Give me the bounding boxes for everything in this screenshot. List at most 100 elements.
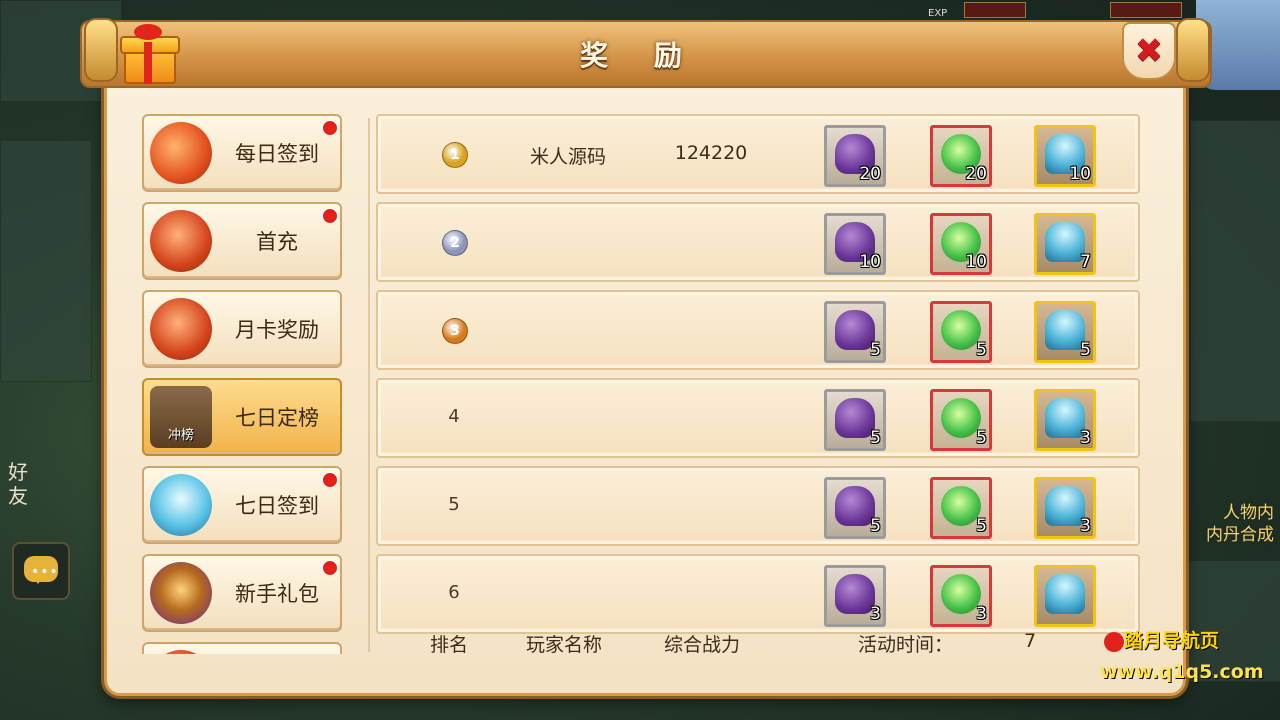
reward-item[interactable]: 20 — [930, 125, 992, 187]
sidebar-item[interactable]: 月卡奖励 — [142, 290, 342, 368]
pill-fusion-label[interactable]: 内丹合成 — [1206, 520, 1274, 545]
reward-item[interactable]: 10 — [1034, 125, 1096, 187]
ranking-row[interactable]: 5 5 5 3 — [376, 466, 1140, 546]
blue-pouch-icon — [1045, 310, 1085, 350]
purple-pouch-icon — [835, 486, 875, 526]
ranking-footer: 排名 玩家名称 综合战力 活动时间： 7 — [376, 630, 1136, 660]
ranking-row[interactable]: 4 5 5 3 — [376, 378, 1140, 458]
gift-box-icon — [120, 24, 180, 84]
sidebar-item-label: 七日签到 — [235, 494, 319, 518]
title-bar-cap-right — [1176, 18, 1210, 82]
ranking-row[interactable]: 2 10 10 7 — [376, 202, 1140, 282]
sidebar-item[interactable]: 每日签到 — [142, 114, 342, 192]
reward-item[interactable]: 3 — [1034, 477, 1096, 539]
sidebar-item-label: 月卡奖励 — [235, 318, 319, 342]
notification-dot — [322, 560, 338, 576]
hp-bar — [964, 2, 1026, 18]
reward-count: 7 — [1080, 252, 1091, 272]
watermark-url: www.q1q5.com — [1100, 661, 1264, 683]
rank-number: 3 — [450, 323, 460, 339]
player-name: 米人源码 — [529, 146, 606, 168]
reward-item[interactable]: 5 — [824, 477, 886, 539]
reward-count: 5 — [870, 340, 881, 360]
sidebar-item-label: 首充 — [256, 230, 298, 254]
blue-pouch-icon — [150, 474, 212, 536]
reward-item[interactable]: 5 — [824, 301, 886, 363]
reward-count: 5 — [870, 516, 881, 536]
ranking-chest-text: 冲榜 — [167, 428, 194, 443]
title-bar-cap-left — [84, 18, 118, 82]
egg-gift-icon — [150, 562, 212, 624]
reward-count: 3 — [1080, 428, 1091, 448]
green-jade-icon — [941, 574, 981, 614]
reward-item[interactable]: 5 — [930, 389, 992, 451]
rank-number: 4 — [448, 406, 460, 427]
reward-item[interactable]: 3 — [930, 565, 992, 627]
blue-pouch-icon — [1045, 486, 1085, 526]
green-jade-icon — [941, 310, 981, 350]
rank-number: 5 — [448, 494, 460, 515]
notification-dot — [322, 120, 338, 136]
blue-pouch-icon — [1045, 574, 1085, 614]
green-jade-icon — [941, 398, 981, 438]
player-name-column-header: 玩家名称 — [526, 634, 603, 656]
watermark-title: 踏月导航页 — [1124, 630, 1220, 652]
sidebar-item[interactable]: 冲榜 七日定榜 — [142, 378, 342, 456]
ranking-row[interactable]: 1 米人源码 124220 20 20 10 — [376, 114, 1140, 194]
reward-item[interactable]: 5 — [824, 389, 886, 451]
rank-number: 2 — [450, 235, 460, 251]
reward-item[interactable]: 10 — [930, 213, 992, 275]
close-button[interactable]: ✖ — [1122, 22, 1176, 80]
reward-count: 5 — [870, 428, 881, 448]
reward-count: 10 — [965, 252, 987, 272]
blue-pouch-icon — [1045, 398, 1085, 438]
reward-count: 5 — [976, 340, 987, 360]
close-icon: ✖ — [1134, 31, 1164, 71]
notification-dot — [1104, 632, 1124, 652]
reward-item[interactable]: 5 — [930, 301, 992, 363]
mp-bar — [1110, 2, 1182, 18]
purple-pouch-icon — [835, 398, 875, 438]
rank-number: 6 — [448, 582, 460, 603]
reward-count: 10 — [859, 252, 881, 272]
reward-item[interactable] — [1034, 565, 1096, 627]
reward-item[interactable]: 5 — [1034, 301, 1096, 363]
chat-button[interactable]: ••• — [12, 542, 70, 600]
power-column-header: 综合战力 — [664, 634, 741, 656]
reward-item[interactable]: 20 — [824, 125, 886, 187]
reward-count: 3 — [1080, 516, 1091, 536]
event-time-label: 活动时间： — [858, 634, 954, 656]
reward-item[interactable]: 5 — [930, 477, 992, 539]
world-tile — [1190, 120, 1280, 422]
sidebar-item-label: 新手礼包 — [235, 582, 319, 606]
rank-column-header: 排名 — [430, 634, 469, 656]
reward-count: 5 — [1080, 340, 1091, 360]
friends-label[interactable]: 好 友 — [8, 460, 28, 508]
sidebar-item[interactable]: 首充 — [142, 202, 342, 280]
sidebar-item[interactable] — [142, 642, 342, 654]
ranking-chest-icon: 冲榜 — [150, 386, 212, 448]
sidebar-item-label: 七日定榜 — [235, 406, 319, 430]
gold-medal-icon: 1 — [442, 142, 468, 168]
reward-count: 10 — [1069, 164, 1091, 184]
reward-item[interactable]: 10 — [824, 213, 886, 275]
ranking-row[interactable]: 6 3 3 — [376, 554, 1140, 634]
notification-dot — [322, 208, 338, 224]
reward-count: 5 — [976, 516, 987, 536]
sidebar-item[interactable]: 新手礼包 — [142, 554, 342, 632]
reward-count: 5 — [976, 428, 987, 448]
sidebar-item[interactable]: 七日签到 — [142, 466, 342, 544]
red-lantern-icon — [150, 122, 212, 184]
reward-item[interactable]: 3 — [824, 565, 886, 627]
purple-pouch-icon — [835, 574, 875, 614]
ranking-row[interactable]: 3 5 5 5 — [376, 290, 1140, 370]
reward-item[interactable]: 3 — [1034, 389, 1096, 451]
blue-pouch-icon — [1045, 222, 1085, 262]
page-title: 奖 励 — [580, 39, 700, 72]
sidebar-divider — [368, 118, 370, 652]
reward-item[interactable]: 7 — [1034, 213, 1096, 275]
reward-count: 20 — [859, 164, 881, 184]
event-time-value: 7 — [1024, 630, 1037, 652]
bronze-medal-icon: 3 — [442, 318, 468, 344]
reward-count: 20 — [965, 164, 987, 184]
